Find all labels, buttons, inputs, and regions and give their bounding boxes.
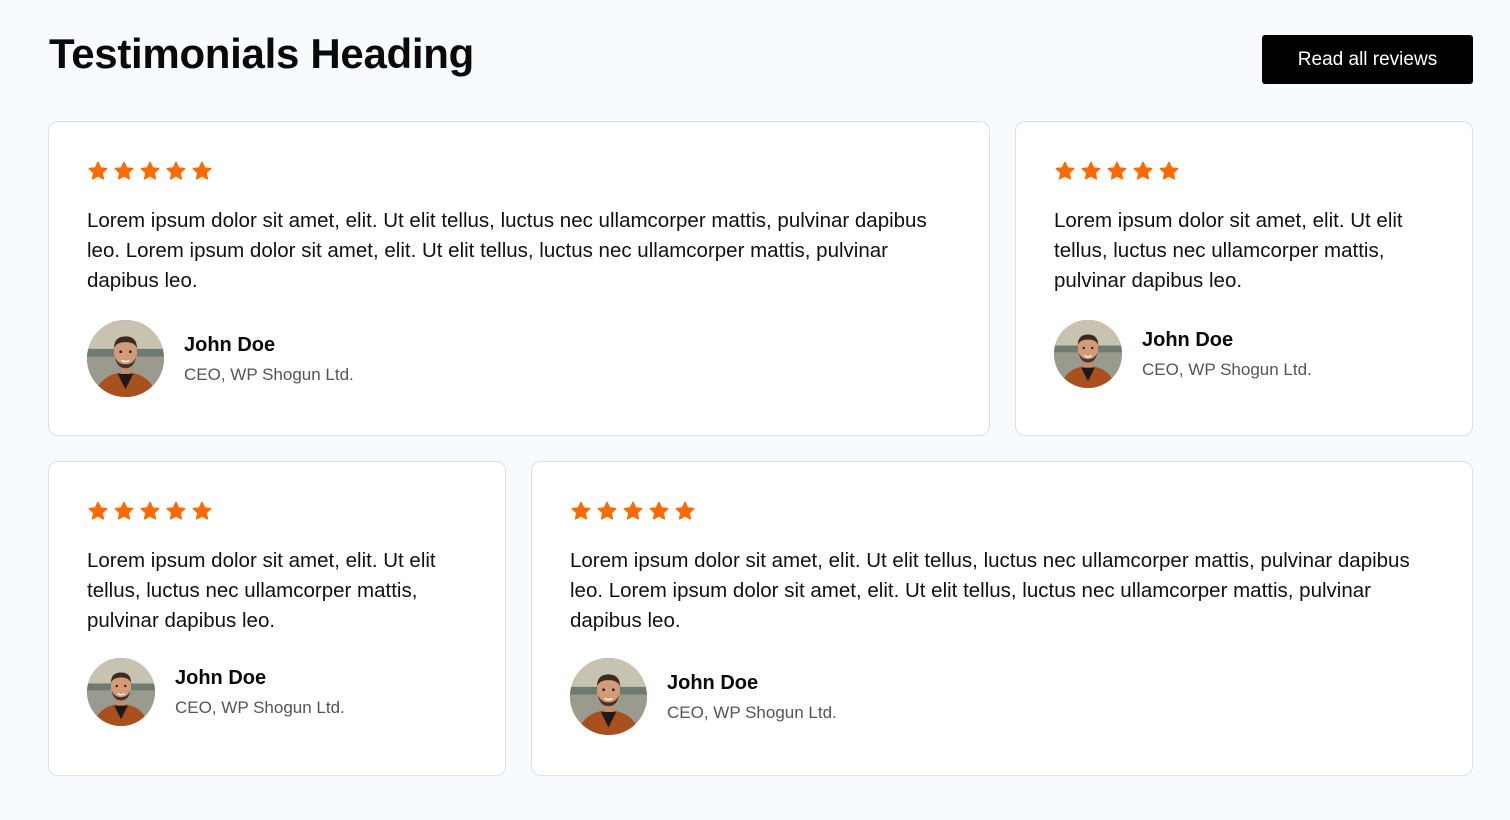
avatar	[1054, 320, 1122, 388]
page-title: Testimonials Heading	[49, 30, 474, 77]
testimonial-card: Lorem ipsum dolor sit amet, elit. Ut eli…	[48, 121, 990, 436]
star-icon	[596, 500, 618, 522]
star-icon	[139, 160, 161, 182]
testimonial-author: John Doe CEO, WP Shogun Ltd.	[1054, 320, 1312, 388]
testimonial-author: John Doe CEO, WP Shogun Ltd.	[87, 658, 345, 726]
star-icon	[1080, 160, 1102, 182]
star-icon	[1132, 160, 1154, 182]
star-icon	[622, 500, 644, 522]
testimonial-card: Lorem ipsum dolor sit amet, elit. Ut eli…	[531, 461, 1473, 776]
testimonial-quote: Lorem ipsum dolor sit amet, elit. Ut eli…	[87, 209, 927, 292]
star-rating	[1054, 160, 1180, 182]
author-role: CEO, WP Shogun Ltd.	[667, 702, 837, 722]
testimonial-author: John Doe CEO, WP Shogun Ltd.	[570, 658, 837, 735]
star-icon	[165, 500, 187, 522]
star-rating	[87, 160, 213, 182]
star-icon	[1158, 160, 1180, 182]
author-name: John Doe	[184, 333, 276, 356]
author-name: John Doe	[667, 671, 759, 694]
author-name: John Doe	[175, 667, 267, 689]
star-icon	[570, 500, 592, 522]
star-icon	[648, 500, 670, 522]
star-rating	[87, 500, 213, 522]
avatar	[87, 320, 164, 397]
testimonial-quote: Lorem ipsum dolor sit amet, elit. Ut eli…	[87, 549, 436, 632]
testimonial-quote: Lorem ipsum dolor sit amet, elit. Ut eli…	[1054, 209, 1403, 292]
star-icon	[139, 500, 161, 522]
star-icon	[113, 500, 135, 522]
star-icon	[1106, 160, 1128, 182]
star-icon	[165, 160, 187, 182]
avatar	[87, 658, 155, 726]
testimonial-card: Lorem ipsum dolor sit amet, elit. Ut eli…	[1015, 121, 1473, 436]
star-icon	[674, 500, 696, 522]
star-icon	[1054, 160, 1076, 182]
star-rating	[570, 500, 696, 522]
star-icon	[87, 500, 109, 522]
read-all-reviews-button[interactable]: Read all reviews	[1262, 35, 1473, 84]
star-icon	[191, 500, 213, 522]
author-role: CEO, WP Shogun Ltd.	[184, 364, 354, 384]
author-role: CEO, WP Shogun Ltd.	[175, 698, 345, 717]
star-icon	[191, 160, 213, 182]
star-icon	[113, 160, 135, 182]
author-name: John Doe	[1142, 329, 1234, 351]
star-icon	[87, 160, 109, 182]
testimonial-quote: Lorem ipsum dolor sit amet, elit. Ut eli…	[570, 549, 1410, 632]
author-role: CEO, WP Shogun Ltd.	[1142, 360, 1312, 379]
avatar	[570, 658, 647, 735]
testimonial-card: Lorem ipsum dolor sit amet, elit. Ut eli…	[48, 461, 506, 776]
testimonial-author: John Doe CEO, WP Shogun Ltd.	[87, 320, 354, 397]
